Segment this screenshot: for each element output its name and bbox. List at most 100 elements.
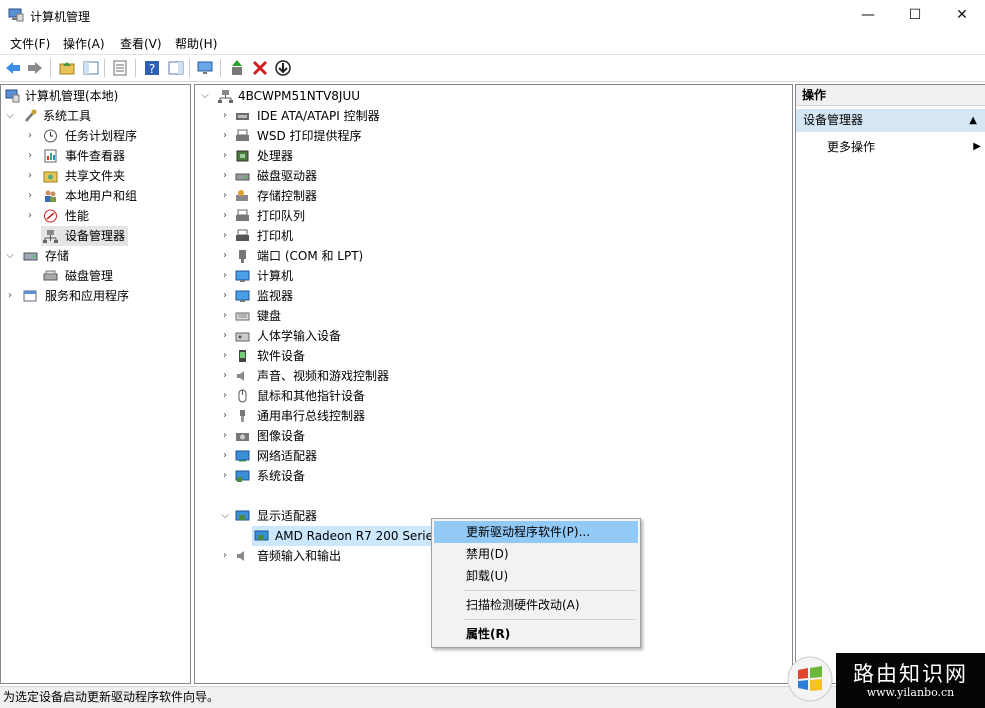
show-action-pane-icon[interactable] [167, 59, 185, 77]
menu-help[interactable]: 帮助(H) [175, 35, 217, 52]
tree-item-performance[interactable]: › 性能 [25, 206, 185, 226]
print-queue-icon [236, 209, 249, 221]
maximize-button[interactable]: ☐ [892, 0, 938, 31]
chevron-right-icon[interactable]: › [220, 546, 230, 566]
device-category-processors[interactable]: › 处理器 [220, 146, 520, 166]
chevron-right-icon[interactable]: › [220, 446, 230, 466]
tree-item-task-scheduler[interactable]: › 任务计划程序 [25, 126, 185, 146]
menu-properties[interactable]: 属性(R) [434, 623, 638, 645]
chevron-right-icon[interactable]: › [220, 426, 230, 446]
chevron-down-icon[interactable]: ⌵ [5, 246, 15, 266]
back-arrow-icon[interactable] [4, 59, 22, 77]
chevron-right-icon[interactable]: › [220, 466, 230, 486]
chevron-right-icon[interactable]: › [25, 126, 35, 146]
menu-file[interactable]: 文件(F) [10, 35, 50, 52]
chevron-right-icon[interactable]: › [220, 266, 230, 286]
device-amd-radeon[interactable]: AMD Radeon R7 200 Series [252, 526, 440, 546]
chevron-down-icon[interactable]: ⌵ [5, 106, 15, 126]
mouse-icon [238, 389, 247, 403]
actions-section-device-manager[interactable]: 设备管理器 ▲ [796, 109, 985, 132]
device-category-usb-controllers[interactable]: › 通用串行总线控制器 [220, 406, 520, 426]
menu-update-driver[interactable]: 更新驱动程序软件(P)... [434, 521, 638, 543]
device-category-mice-pointing[interactable]: › 鼠标和其他指针设备 [220, 386, 520, 406]
chevron-down-icon[interactable]: ⌵ [200, 86, 210, 106]
chevron-right-icon[interactable]: › [220, 166, 230, 186]
chevron-right-icon[interactable]: › [25, 186, 35, 206]
minimize-button[interactable]: — [845, 0, 891, 31]
device-tree-label: 鼠标和其他指针设备 [257, 389, 366, 403]
device-category-imaging-devices[interactable]: › 图像设备 [220, 426, 520, 446]
menu-uninstall[interactable]: 卸载(U) [434, 565, 638, 587]
up-folder-icon[interactable] [58, 59, 76, 77]
menu-disable[interactable]: 禁用(D) [434, 543, 638, 565]
device-category-print-queues[interactable]: › 打印队列 [220, 206, 520, 226]
device-category-keyboards[interactable]: › 键盘 [220, 306, 520, 326]
chevron-right-icon[interactable]: › [25, 166, 35, 186]
device-tree-label: 打印机 [257, 229, 294, 243]
device-category-ide-ata-atapi[interactable]: › IDE ATA/ATAPI 控制器 [220, 106, 520, 126]
help-icon[interactable]: ? [143, 59, 161, 77]
speaker-icon [237, 371, 244, 381]
chevron-right-icon[interactable]: › [220, 306, 230, 326]
tree-item-local-users[interactable]: › 本地用户和组 [25, 186, 185, 206]
tree-item-system-tools[interactable]: ⌵ 系统工具 [5, 106, 185, 126]
chevron-right-icon[interactable]: › [25, 206, 35, 226]
tree-item-disk-management[interactable]: 磁盘管理 [41, 266, 185, 286]
chevron-right-icon[interactable]: › [25, 146, 35, 166]
chevron-right-icon[interactable]: › [220, 366, 230, 386]
collapse-up-icon[interactable]: ▲ [969, 109, 977, 132]
device-category-sound-video-game[interactable]: › 声音、视频和游戏控制器 [220, 366, 520, 386]
device-tree-computer[interactable]: ⌵ 4BCWPM51NTV8JUU [200, 86, 500, 106]
device-category-computer[interactable]: › 计算机 [220, 266, 520, 286]
chevron-right-icon[interactable]: › [220, 406, 230, 426]
tree-item-event-viewer[interactable]: › 事件查看器 [25, 146, 185, 166]
chevron-right-icon[interactable]: › [220, 386, 230, 406]
device-tree-label: 监视器 [257, 289, 294, 303]
device-category-software-devices[interactable]: › 软件设备 [220, 346, 520, 366]
device-category-monitors[interactable]: › 监视器 [220, 286, 520, 306]
chevron-right-icon[interactable]: › [220, 246, 230, 266]
device-tree-label: 通用串行总线控制器 [257, 409, 366, 423]
tree-item-device-manager[interactable]: 设备管理器 [41, 226, 128, 246]
forward-arrow-icon[interactable] [26, 59, 44, 77]
download-circle-icon[interactable] [274, 59, 292, 77]
device-category-storage-controllers[interactable]: › 存储控制器 [220, 186, 520, 206]
menu-view[interactable]: 查看(V) [120, 35, 162, 52]
menu-action[interactable]: 操作(A) [63, 35, 105, 52]
properties-sheet-icon[interactable] [111, 59, 129, 77]
uninstall-x-icon[interactable] [251, 59, 269, 77]
device-category-network-adapters[interactable]: › 网络适配器 [220, 446, 520, 466]
device-tree-label: 人体学输入设备 [257, 329, 342, 343]
device-category-printers[interactable]: › 打印机 [220, 226, 520, 246]
tree-item-root[interactable]: 计算机管理(本地) [5, 86, 185, 106]
chevron-right-icon[interactable]: › [5, 286, 15, 306]
device-category-system-devices[interactable]: › 系统设备 [220, 466, 520, 486]
menu-scan-hardware[interactable]: 扫描检测硬件改动(A) [434, 594, 638, 616]
chevron-right-icon[interactable]: › [220, 326, 230, 346]
device-category-hid[interactable]: › 人体学输入设备 [220, 326, 520, 346]
tree-item-storage[interactable]: ⌵ 存储 [5, 246, 185, 266]
chevron-right-icon[interactable]: › [220, 126, 230, 146]
device-category-disk-drives[interactable]: › 磁盘驱动器 [220, 166, 520, 186]
chevron-right-icon[interactable]: › [220, 206, 230, 226]
close-button[interactable]: ✕ [939, 0, 985, 31]
monitor-scan-icon[interactable] [196, 59, 214, 77]
chevron-right-icon[interactable]: › [220, 226, 230, 246]
software-device-icon [239, 350, 246, 362]
show-hide-console-tree-icon[interactable] [82, 59, 100, 77]
chevron-right-icon[interactable]: › [220, 106, 230, 126]
more-actions-item[interactable]: 更多操作 ▶ [827, 137, 981, 157]
chevron-right-icon[interactable]: › [220, 286, 230, 306]
chevron-down-icon[interactable]: ⌵ [220, 506, 230, 526]
tree-item-label: 本地用户和组 [65, 189, 138, 203]
chevron-right-icon[interactable]: › [220, 186, 230, 206]
device-category-ports-com-lpt[interactable]: › 端口 (COM 和 LPT) [220, 246, 520, 266]
display-adapter-icon [235, 510, 250, 521]
tree-item-shared-folders[interactable]: › 共享文件夹 [25, 166, 185, 186]
chevron-right-icon[interactable]: › [220, 346, 230, 366]
device-category-wsd-print-provider[interactable]: › WSD 打印提供程序 [220, 126, 520, 146]
chevron-right-icon[interactable]: › [220, 146, 230, 166]
keyboard-icon [235, 312, 250, 321]
update-driver-icon[interactable] [228, 59, 246, 77]
tree-item-services-apps[interactable]: › 服务和应用程序 [5, 286, 185, 306]
